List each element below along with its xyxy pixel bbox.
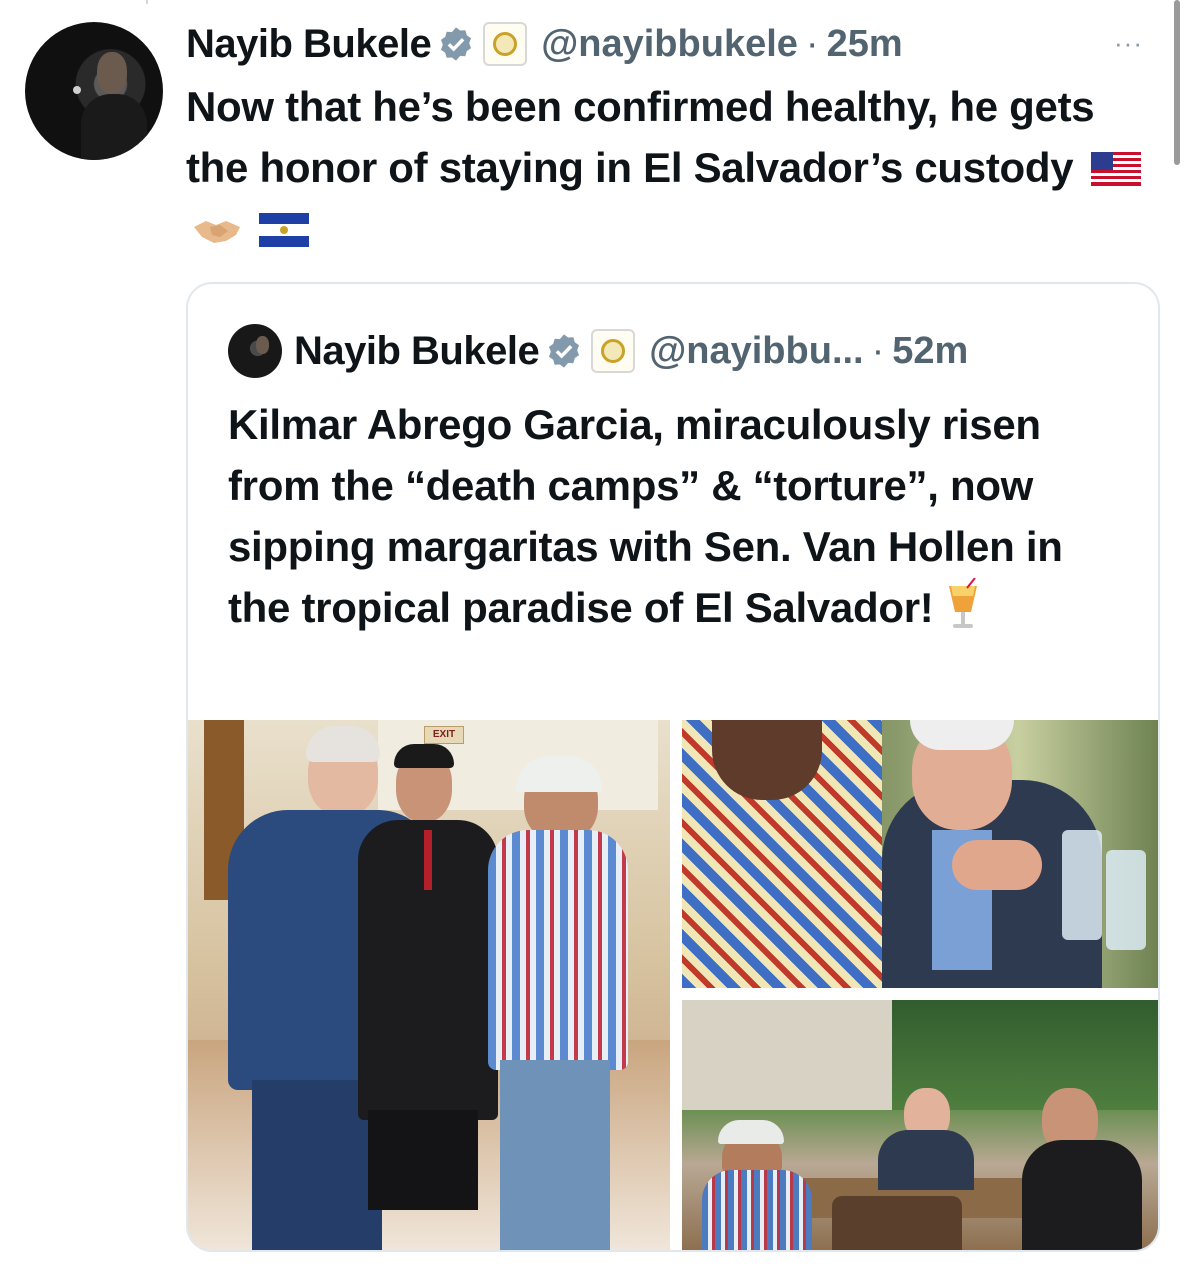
quoted-tweet-text: Kilmar Abrego Garcia, miraculously risen… [228,401,1063,631]
government-affiliation-icon[interactable] [483,22,528,66]
quoted-author-handle: @nayibbu... [649,329,864,372]
quoted-tweet-header: Nayib Bukele @nayibbu... · 52m [228,322,968,380]
exit-sign: EXIT [424,726,464,744]
tweet-text: Now that he’s been confirmed healthy, he… [186,83,1095,191]
tropical-drink-icon [948,578,977,628]
scrollbar[interactable] [1174,0,1180,165]
more-options-icon[interactable]: ··· [1114,28,1143,59]
separator-dot: · [871,329,885,372]
handshake-icon [194,221,240,243]
government-affiliation-icon [591,329,636,373]
verified-badge-icon [441,27,472,61]
el-salvador-flag-icon [259,213,310,247]
tweet-header: Nayib Bukele @nayibbukele · 25m [186,18,903,70]
tweet-body: Now that he’s been confirmed healthy, he… [186,76,1146,259]
separator-dot: · [805,22,819,65]
quoted-tweet-timestamp: 52m [892,329,969,372]
verified-badge-icon [549,334,580,368]
photo-outdoor-restaurant[interactable] [682,1000,1158,1250]
author-name[interactable]: Nayib Bukele [186,22,432,67]
tweet-timestamp[interactable]: 25m [827,23,903,66]
quoted-author-avatar [228,324,282,378]
author-avatar[interactable] [25,22,163,160]
quoted-author-name: Nayib Bukele [294,328,540,373]
us-flag-icon [1090,152,1141,186]
photo-handshake-lobby[interactable]: EXIT [188,720,670,1250]
thread-line [146,0,148,4]
quoted-tweet-card[interactable]: Nayib Bukele @nayibbu... · 52m Kilmar Ab… [186,282,1160,1252]
author-handle[interactable]: @nayibbukele [541,23,798,66]
quoted-tweet-body: Kilmar Abrego Garcia, miraculously risen… [228,394,1128,638]
photo-closeup-table[interactable] [682,720,1158,988]
